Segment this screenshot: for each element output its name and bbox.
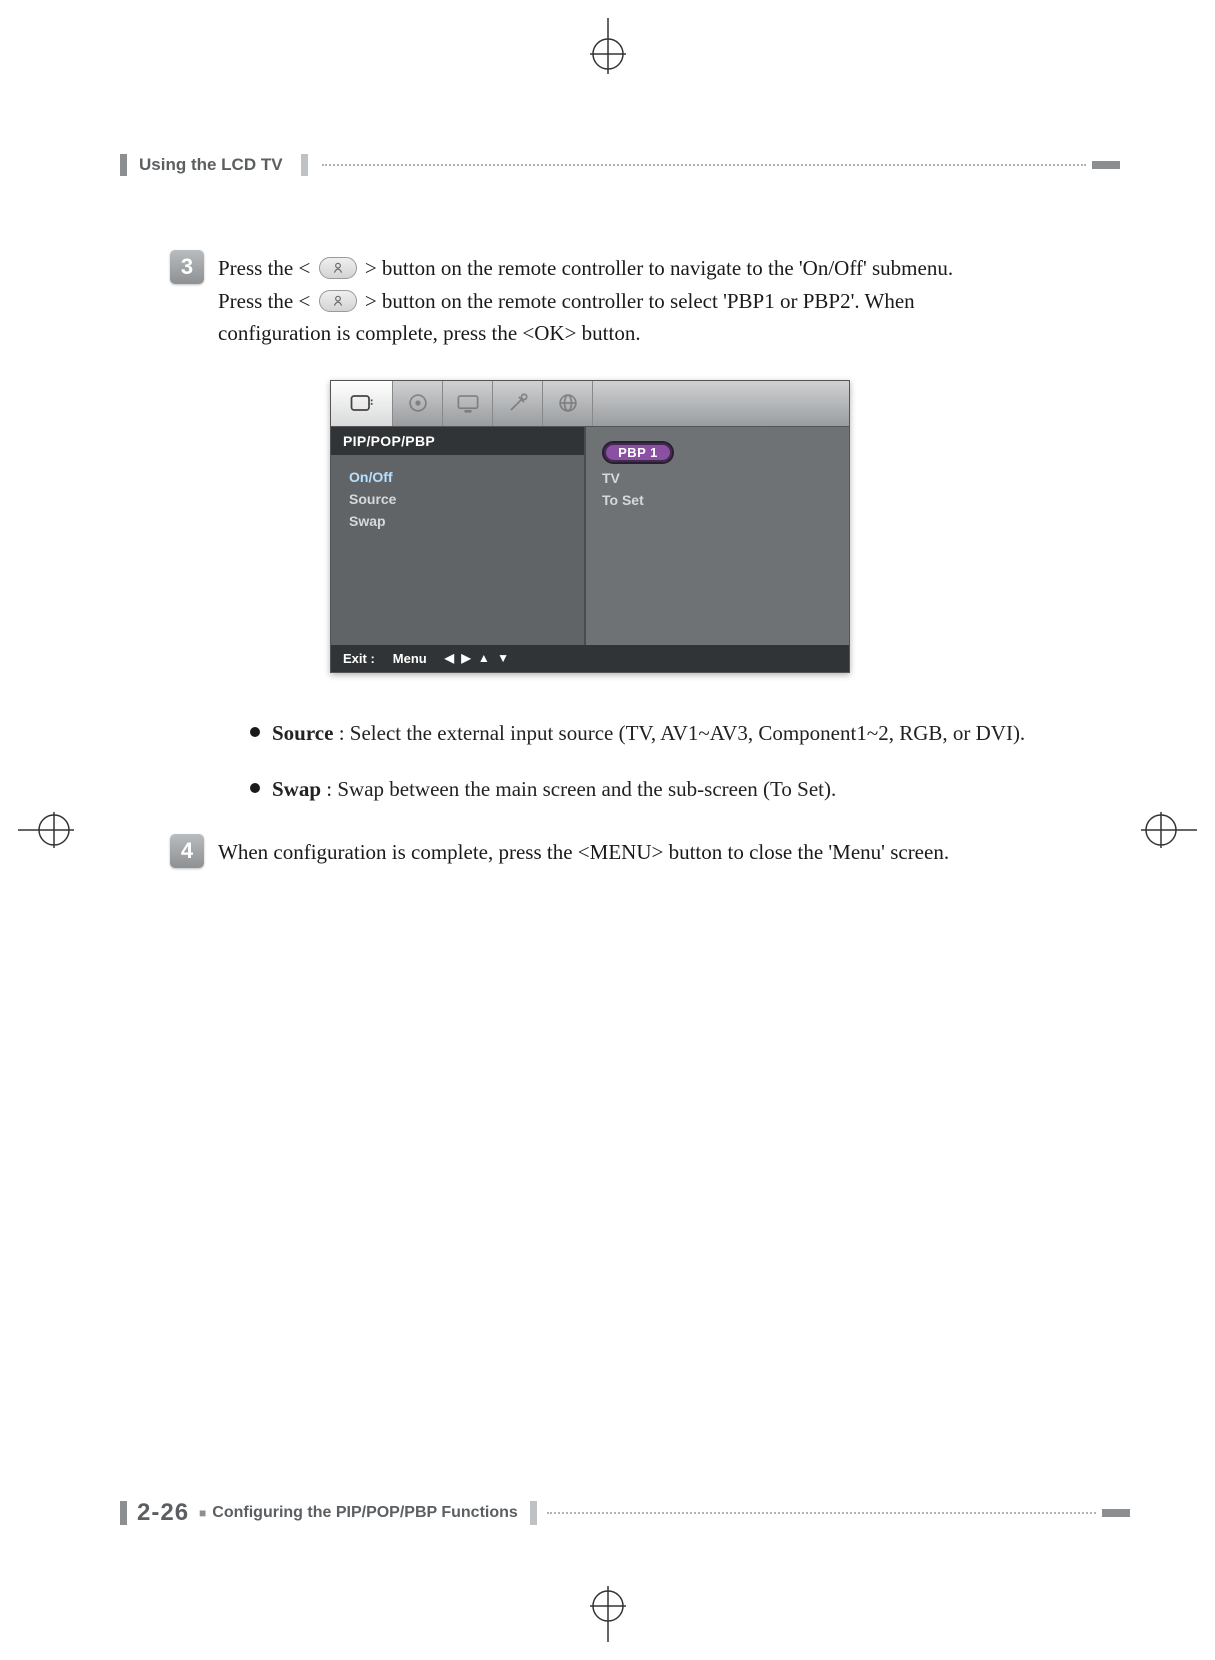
osd-right-panel: PBP 1 TV To Set bbox=[586, 427, 849, 645]
osd-row-swap: Swap bbox=[349, 513, 570, 529]
bullet-list: Source : Select the external input sourc… bbox=[250, 717, 1120, 806]
bullet-icon bbox=[250, 727, 260, 737]
header-dotted-rule bbox=[301, 154, 1120, 176]
step-3: 3 Press the < > button on the remote con… bbox=[170, 250, 1120, 350]
osd-left-panel: PIP/POP/PBP On/Off Source Swap bbox=[331, 427, 586, 645]
header-bar-icon bbox=[120, 154, 127, 176]
osd-label-onoff: On/Off bbox=[349, 469, 499, 485]
step3-line1a: Press the < bbox=[218, 256, 310, 280]
page-content: Using the LCD TV 3 Press the < > button … bbox=[120, 150, 1120, 1530]
osd-footer-arrows-icon: ◀ ▶ ▲ ▼ bbox=[445, 651, 511, 665]
osd-value-badge: PBP 1 bbox=[602, 441, 674, 464]
bullet-swap-rest: : Swap between the main screen and the s… bbox=[321, 777, 836, 801]
osd-row-source: Source bbox=[349, 491, 570, 507]
step-number-badge: 3 bbox=[170, 250, 204, 284]
osd-figure: PIP/POP/PBP On/Off Source Swap bbox=[330, 380, 1120, 673]
header-row: Using the LCD TV bbox=[120, 150, 1120, 180]
cropmark-top bbox=[580, 18, 636, 74]
osd-label-swap: Swap bbox=[349, 513, 499, 529]
cropmark-left bbox=[18, 802, 74, 858]
remote-button-icon bbox=[319, 257, 357, 279]
osd-row-onoff: On/Off bbox=[349, 469, 570, 485]
cropmark-bottom bbox=[580, 1586, 636, 1642]
step3-line1b: > button on the remote controller to nav… bbox=[365, 256, 953, 280]
bullet-source-text: Source : Select the external input sourc… bbox=[272, 717, 1025, 750]
step-number-badge: 4 bbox=[170, 834, 204, 868]
footer-bar-icon bbox=[120, 1501, 127, 1525]
osd-footer-exit: Exit : bbox=[343, 651, 375, 666]
step-3-body: Press the < > button on the remote contr… bbox=[218, 250, 953, 350]
osd-tab-speaker-icon bbox=[393, 381, 443, 426]
footer-end-icon bbox=[1102, 1509, 1130, 1517]
osd-value-onoff: PBP 1 bbox=[602, 441, 833, 464]
footer-page-number: 2-26 bbox=[137, 1499, 189, 1527]
bullet-swap-label: Swap bbox=[272, 777, 321, 801]
footer-dots bbox=[547, 1512, 1096, 1514]
footer-title: Configuring the PIP/POP/PBP Functions bbox=[212, 1504, 518, 1522]
bullet-swap: Swap : Swap between the main screen and … bbox=[250, 773, 1120, 806]
osd-tab-globe-icon bbox=[543, 381, 593, 426]
step-4: 4 When configuration is complete, press … bbox=[170, 834, 1120, 869]
step3-line3: configuration is complete, press the <OK… bbox=[218, 321, 641, 345]
bullet-icon bbox=[250, 783, 260, 793]
bullet-source-label: Source bbox=[272, 721, 333, 745]
osd-title: PIP/POP/PBP bbox=[331, 427, 584, 455]
footer-separator-icon bbox=[530, 1501, 537, 1525]
osd-value-source: TV bbox=[602, 470, 833, 486]
bullet-source: Source : Select the external input sourc… bbox=[250, 717, 1120, 750]
header-end-icon bbox=[1092, 161, 1120, 169]
footer-row: 2-26 ■ Configuring the PIP/POP/PBP Funct… bbox=[120, 1496, 1130, 1530]
bullet-swap-text: Swap : Swap between the main screen and … bbox=[272, 773, 836, 806]
cropmark-right bbox=[1141, 802, 1197, 858]
bullet-source-rest: : Select the external input source (TV, … bbox=[333, 721, 1025, 745]
remote-button-icon bbox=[319, 290, 357, 312]
step3-line2b: > button on the remote controller to sel… bbox=[365, 289, 915, 313]
osd-tab-bar bbox=[331, 381, 849, 427]
step3-line2a: Press the < bbox=[218, 289, 310, 313]
osd-label-source: Source bbox=[349, 491, 499, 507]
step-4-body: When configuration is complete, press th… bbox=[218, 834, 949, 869]
footer-square-icon: ■ bbox=[199, 1506, 206, 1520]
osd-footer-menu: Menu bbox=[393, 651, 427, 666]
osd-tab-tools-icon bbox=[493, 381, 543, 426]
header-title: Using the LCD TV bbox=[139, 155, 283, 175]
osd-tab-tv-icon bbox=[331, 381, 393, 426]
header-dots bbox=[322, 164, 1086, 166]
osd-menu: PIP/POP/PBP On/Off Source Swap bbox=[330, 380, 850, 673]
osd-footer: Exit : Menu ◀ ▶ ▲ ▼ bbox=[331, 645, 849, 672]
osd-value-swap: To Set bbox=[602, 492, 833, 508]
header-separator-icon bbox=[301, 154, 308, 176]
osd-tab-display-icon bbox=[443, 381, 493, 426]
